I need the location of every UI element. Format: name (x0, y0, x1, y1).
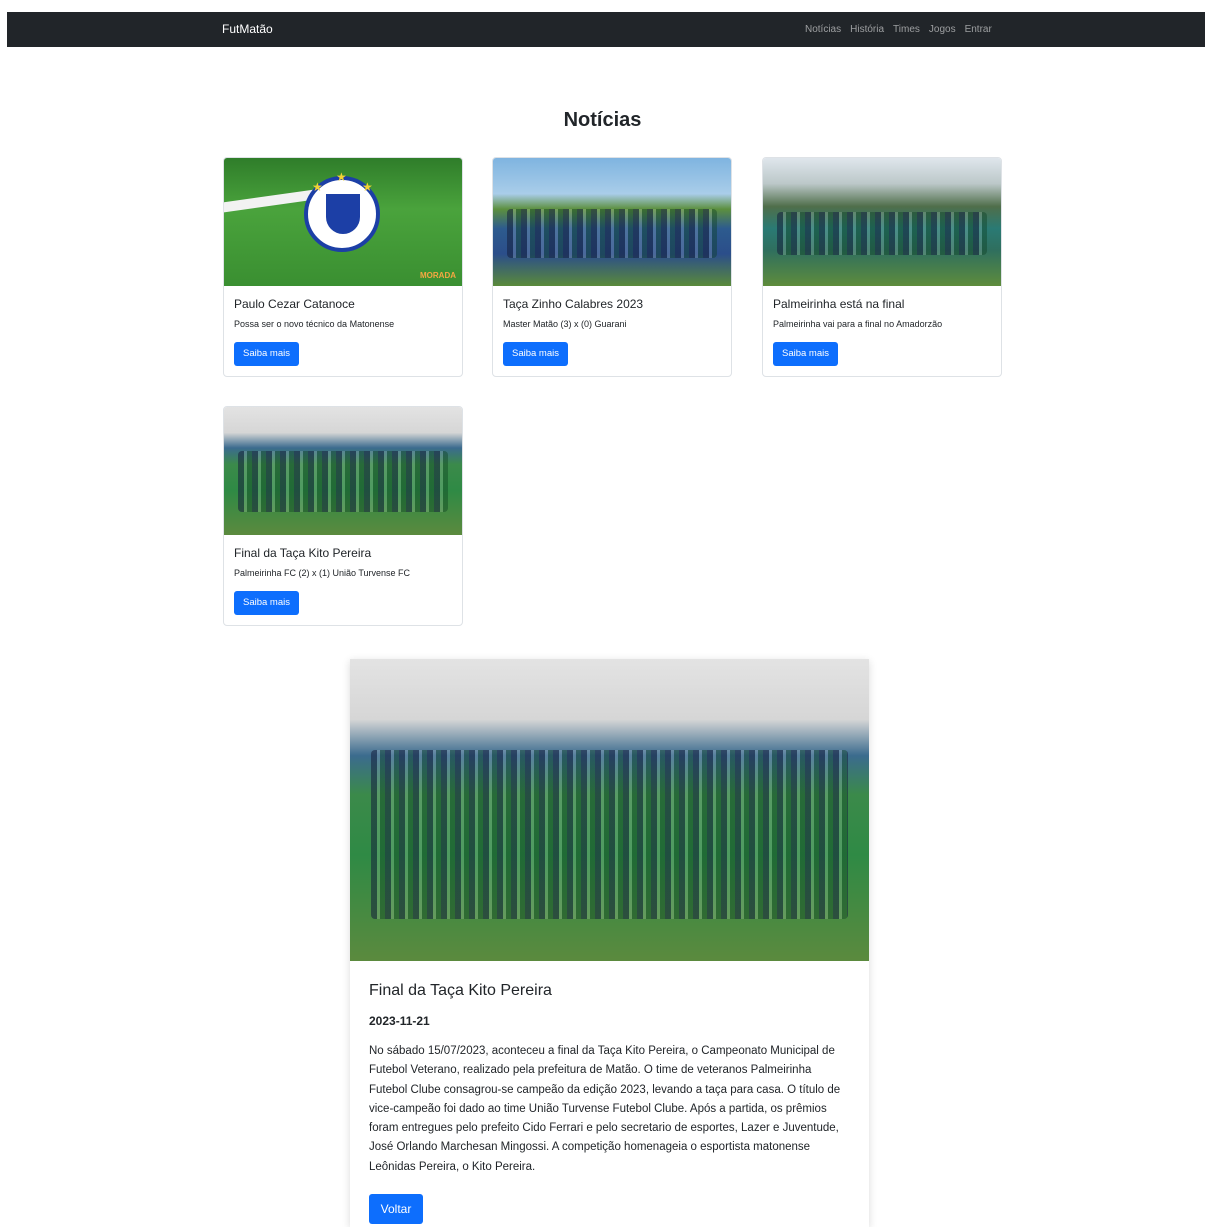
nav-link-noticias[interactable]: Notícias (805, 24, 841, 35)
brand-link[interactable]: FutMatão (222, 22, 273, 36)
detail-body: No sábado 15/07/2023, aconteceu a final … (369, 1045, 841, 1173)
nav-link-historia[interactable]: História (850, 24, 884, 35)
nav-links: Notícias História Times Jogos Entrar (805, 24, 1001, 35)
card-text: Master Matão (3) x (0) Guarani (503, 319, 627, 329)
detail-date: 2023-11-21 (369, 1014, 430, 1028)
nav-link-jogos[interactable]: Jogos (929, 24, 956, 35)
saiba-mais-button[interactable]: Saiba mais (773, 342, 838, 366)
card-title: Taça Zinho Calabres 2023 (503, 297, 644, 311)
celebration-photo-image (224, 407, 462, 535)
card-text: Palmeirinha vai para a final no Amadorzã… (773, 319, 943, 329)
team-photo-image (493, 158, 731, 286)
card-text: Possa ser o novo técnico da Matonense (234, 319, 395, 329)
watermark-logo: MORADA (420, 271, 456, 280)
news-card: ★ ★ ★ MORADA Paulo Cezar Catanoce Possa … (223, 157, 463, 377)
team-crest-image: ★ ★ ★ MORADA (224, 158, 462, 286)
saiba-mais-button[interactable]: Saiba mais (234, 591, 299, 615)
nav-link-times[interactable]: Times (893, 24, 920, 35)
card-title: Final da Taça Kito Pereira (234, 546, 372, 560)
page-title: Notícias (563, 109, 642, 131)
news-detail: Final da Taça Kito Pereira 2023-11-21 No… (350, 659, 869, 1227)
saiba-mais-button[interactable]: Saiba mais (234, 342, 299, 366)
detail-photo-image (350, 659, 869, 961)
voltar-button[interactable]: Voltar (369, 1194, 423, 1224)
navbar: FutMatão Notícias História Times Jogos E… (7, 12, 1205, 47)
star-icon: ★ (312, 180, 323, 194)
saiba-mais-button[interactable]: Saiba mais (503, 342, 568, 366)
card-title: Paulo Cezar Catanoce (234, 297, 355, 311)
players-group (238, 450, 448, 512)
news-card: Taça Zinho Calabres 2023 Master Matão (3… (492, 157, 732, 377)
card-text: Palmeirinha FC (2) x (1) União Turvense … (234, 568, 411, 578)
card-title: Palmeirinha está na final (773, 297, 905, 311)
star-icon: ★ (336, 170, 347, 184)
players-group (507, 209, 717, 258)
team-photo-image (763, 158, 1001, 286)
players-group (777, 211, 987, 256)
detail-title: Final da Taça Kito Pereira (369, 982, 552, 999)
star-icon: ★ (362, 180, 373, 194)
news-card: Palmeirinha está na final Palmeirinha va… (762, 157, 1002, 377)
players-group (370, 749, 849, 919)
nav-link-entrar[interactable]: Entrar (965, 24, 992, 35)
news-card: Final da Taça Kito Pereira Palmeirinha F… (223, 406, 463, 626)
